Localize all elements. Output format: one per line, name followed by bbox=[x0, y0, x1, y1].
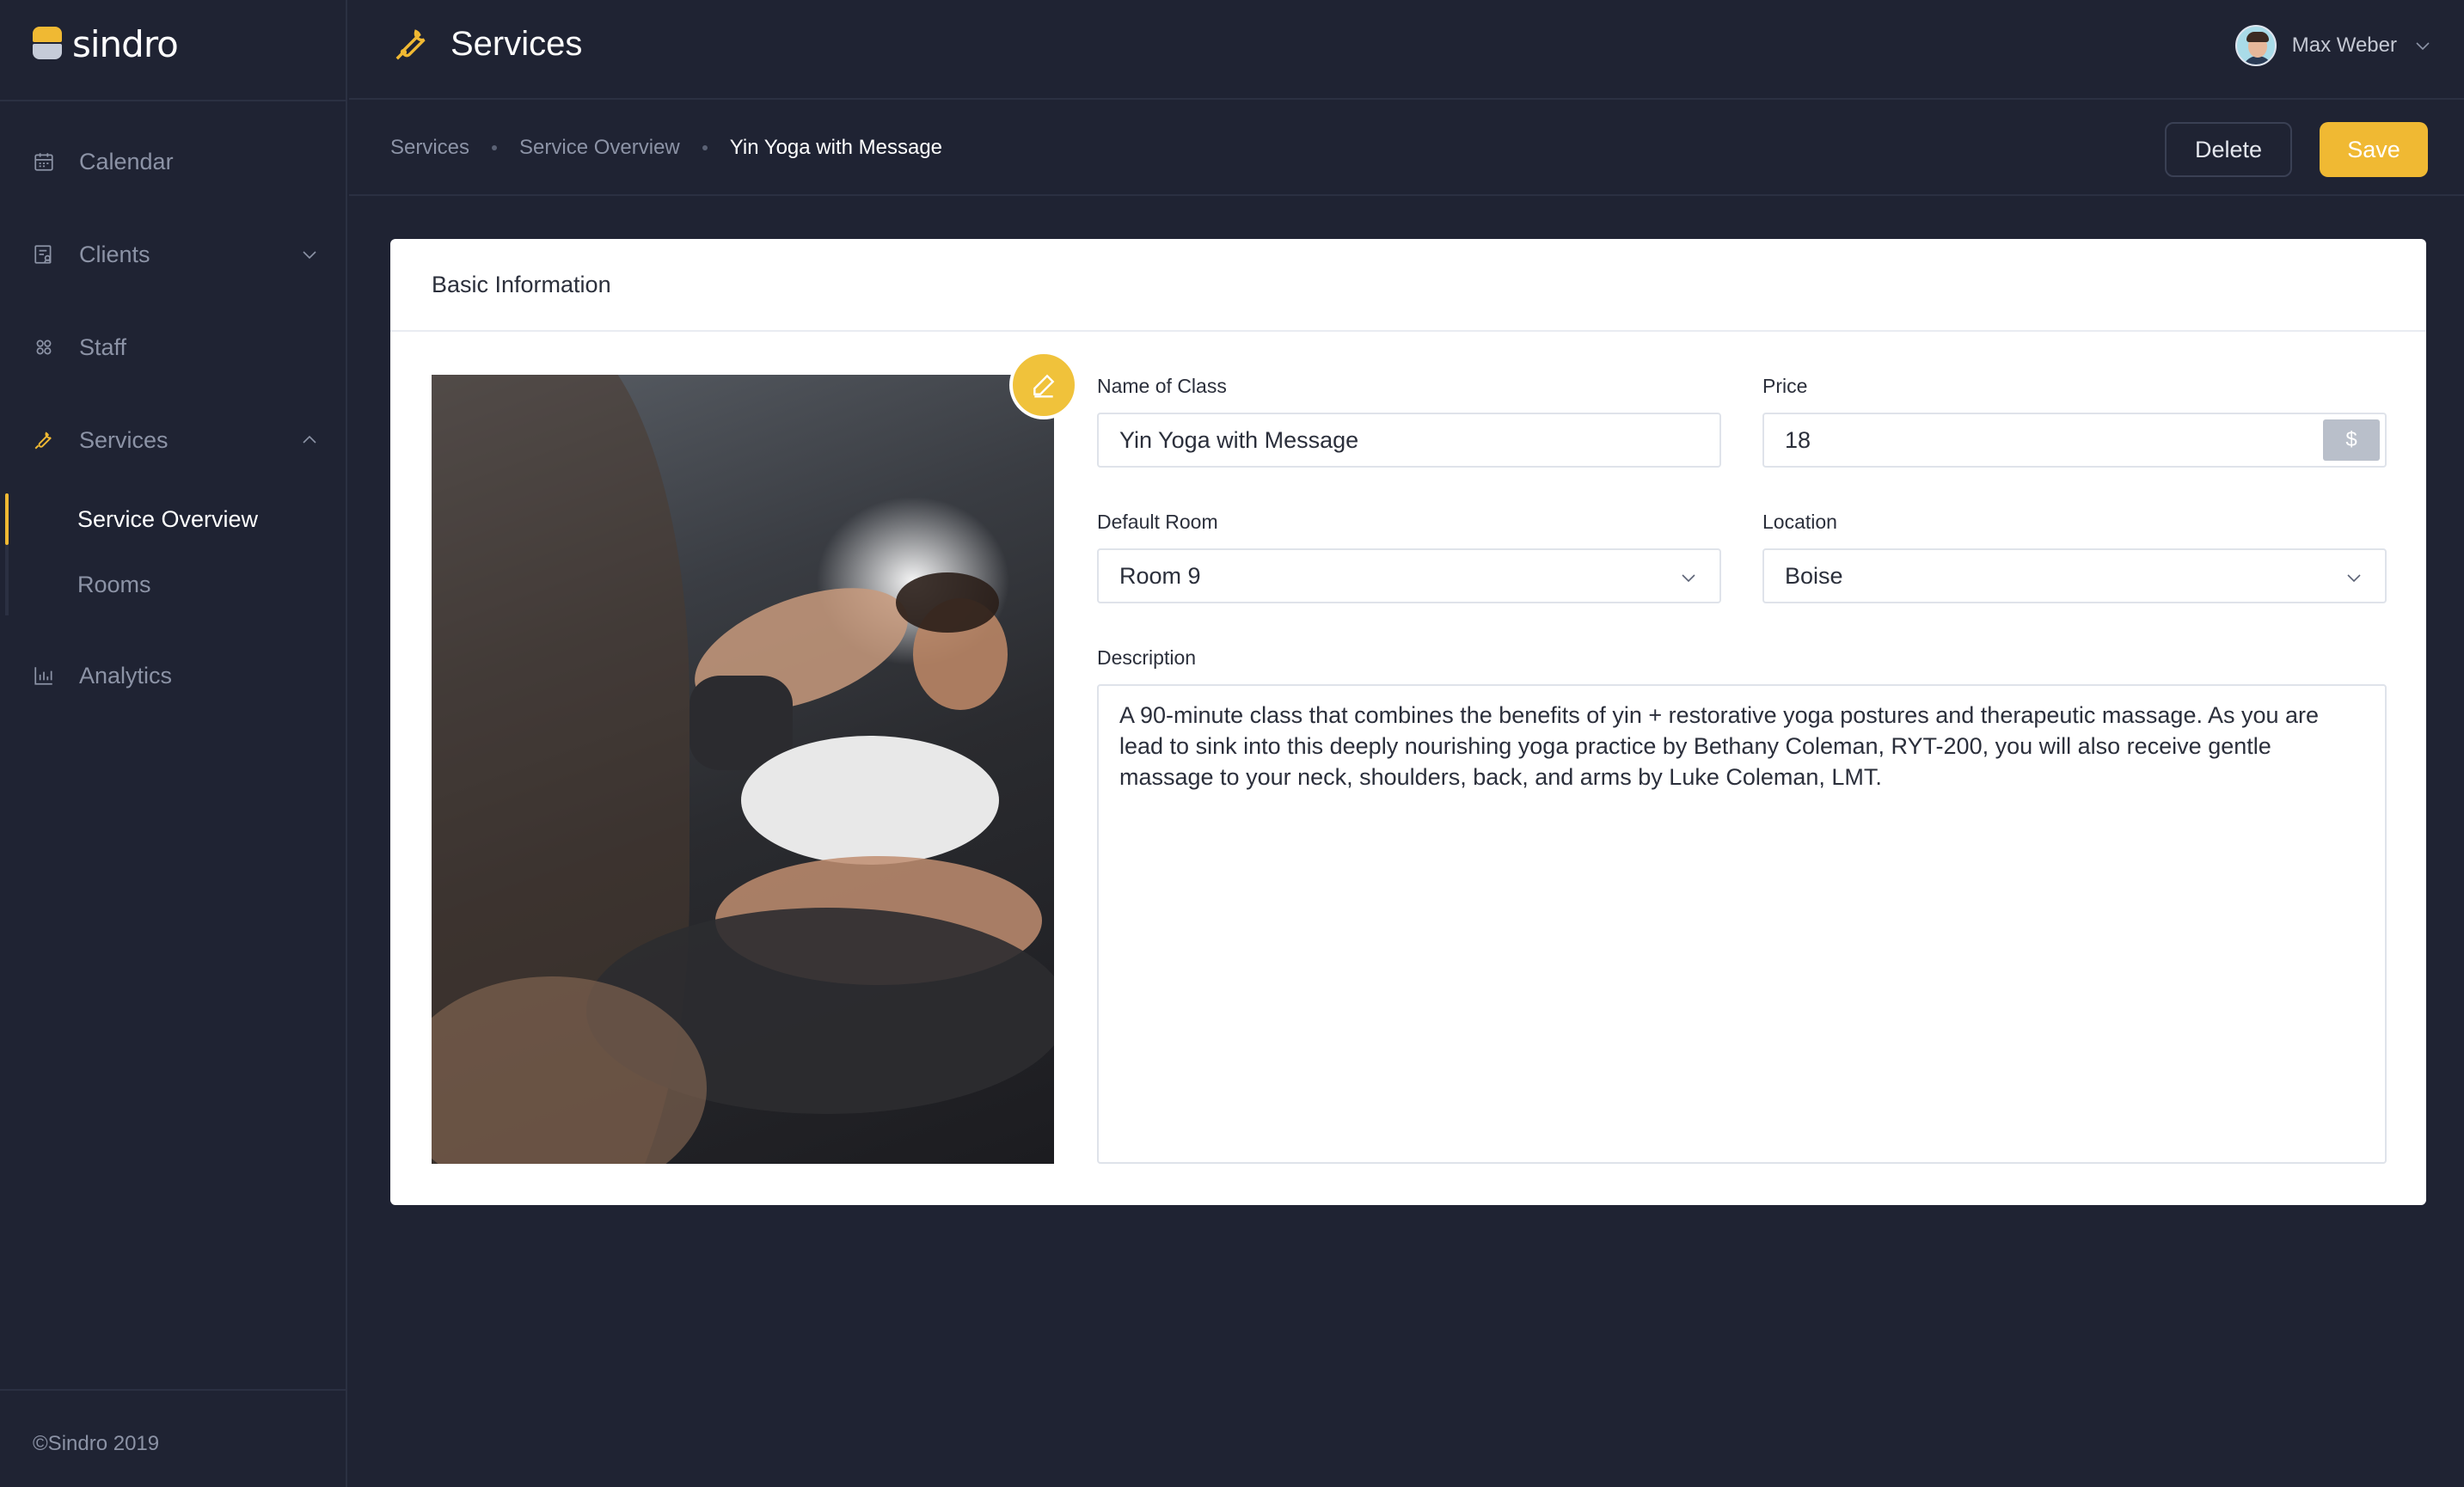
divider bbox=[0, 1389, 347, 1391]
location-label: Location bbox=[1762, 511, 1837, 533]
location-select[interactable]: Boise bbox=[1762, 548, 2387, 603]
user-name: Max Weber bbox=[2291, 34, 2397, 57]
sidebar-item-label: Staff bbox=[79, 334, 127, 360]
card-title: Basic Information bbox=[390, 239, 2426, 332]
divider bbox=[0, 100, 347, 101]
breadcrumb-services[interactable]: Services bbox=[390, 136, 469, 160]
delete-button[interactable]: Delete bbox=[2165, 122, 2292, 177]
page-title: Services bbox=[392, 24, 582, 64]
wrench-icon bbox=[34, 431, 52, 450]
top-header: Services Max Weber bbox=[349, 0, 2464, 100]
price-label: Price bbox=[1762, 375, 1808, 397]
sidebar-subitem-rooms[interactable]: Rooms bbox=[0, 559, 347, 610]
chevron-down-icon bbox=[1682, 574, 1695, 583]
breadcrumb-current: Yin Yoga with Message bbox=[729, 136, 943, 159]
breadcrumb-separator bbox=[492, 145, 498, 150]
class-photo bbox=[432, 375, 1054, 1164]
sidebar-item-clients[interactable]: Clients bbox=[0, 229, 347, 280]
room-value: Room 9 bbox=[1119, 562, 1201, 589]
avatar bbox=[2234, 25, 2277, 66]
bar-chart-icon bbox=[34, 667, 52, 685]
basic-information-card: Basic Information Name of Class Yin Yoga… bbox=[390, 239, 2426, 1205]
chevron-up-icon[interactable] bbox=[299, 430, 320, 450]
chevron-down-icon[interactable] bbox=[299, 244, 320, 265]
description-textarea[interactable]: A 90-minute class that combines the bene… bbox=[1097, 684, 2387, 1164]
name-label: Name of Class bbox=[1097, 375, 1227, 397]
breadcrumb-separator bbox=[702, 145, 708, 150]
room-label: Default Room bbox=[1097, 511, 1218, 533]
wrench-icon bbox=[395, 29, 426, 60]
sidebar-item-services[interactable]: Services bbox=[0, 414, 347, 466]
sidebar-item-calendar[interactable]: Calendar bbox=[0, 136, 347, 187]
copyright: ©Sindro 2019 bbox=[33, 1432, 160, 1455]
sidebar-item-label: Analytics bbox=[79, 662, 173, 688]
price-value: 18 bbox=[1785, 426, 1811, 453]
sidebar: sindro Calendar Clients Staff Services S… bbox=[0, 0, 347, 1487]
breadcrumb-service-overview[interactable]: Service Overview bbox=[519, 136, 680, 160]
price-field[interactable]: 18 $ bbox=[1762, 413, 2387, 468]
sidebar-subitem-service-overview[interactable]: Service Overview bbox=[0, 493, 347, 545]
logo[interactable]: sindro bbox=[33, 22, 179, 65]
user-menu[interactable]: Max Weber bbox=[2234, 24, 2433, 67]
sidebar-item-staff[interactable]: Staff bbox=[0, 321, 347, 373]
brand-name: sindro bbox=[72, 22, 179, 65]
page-title-text: Services bbox=[451, 24, 583, 63]
breadcrumb: Services Service Overview Yin Yoga with … bbox=[390, 136, 942, 160]
room-select[interactable]: Room 9 bbox=[1097, 548, 1721, 603]
currency-addon: $ bbox=[2323, 419, 2380, 461]
sidebar-item-analytics[interactable]: Analytics bbox=[0, 650, 347, 701]
chevron-down-icon bbox=[2347, 574, 2361, 583]
sidebar-item-label: Calendar bbox=[79, 148, 174, 174]
calendar-icon bbox=[34, 153, 53, 171]
pencil-icon bbox=[1033, 374, 1055, 398]
chevron-down-icon[interactable] bbox=[2412, 35, 2433, 56]
logo-mark-icon bbox=[33, 27, 62, 61]
location-value: Boise bbox=[1785, 562, 1843, 589]
name-field[interactable]: Yin Yoga with Message bbox=[1097, 413, 1721, 468]
breadcrumb-bar: Services Service Overview Yin Yoga with … bbox=[349, 101, 2464, 196]
sidebar-item-label: Services bbox=[79, 426, 169, 453]
staff-icon bbox=[36, 340, 52, 355]
save-button[interactable]: Save bbox=[2320, 122, 2428, 177]
clients-icon bbox=[34, 245, 52, 264]
sidebar-item-label: Clients bbox=[79, 241, 150, 267]
edit-photo-button[interactable] bbox=[1009, 351, 1078, 419]
description-label: Description bbox=[1097, 646, 1197, 669]
